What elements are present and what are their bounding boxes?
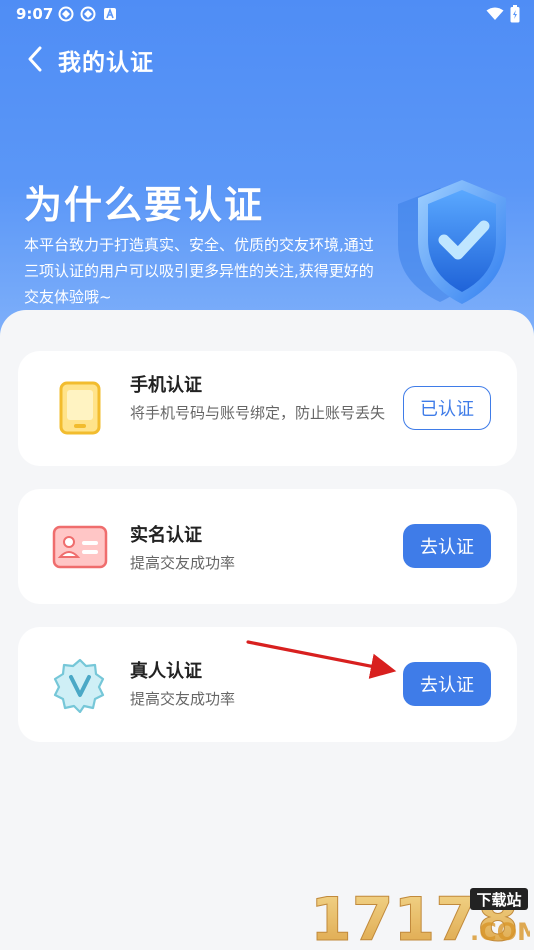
status-bar: 9:07 [0, 0, 534, 28]
phone-verification-card: 手机认证 将手机号码与账号绑定，防止账号丢失 已认证 [18, 351, 517, 466]
status-notifications [58, 6, 118, 22]
app-notification-icon [58, 6, 74, 22]
navigation-bar: 我的认证 [0, 36, 534, 80]
phone-icon [59, 381, 101, 435]
card-description: 提高交友成功率 [130, 690, 236, 708]
site-watermark-logo: 17178 下载站 .COM [310, 885, 530, 947]
status-time: 9:07 [16, 5, 54, 23]
svg-text:.COM: .COM [470, 918, 530, 946]
hero-title: 为什么要认证 [24, 183, 265, 227]
verified-badge-icon [53, 658, 105, 713]
status-system [486, 5, 520, 23]
card-title: 实名认证 [130, 525, 202, 546]
card-title: 手机认证 [130, 375, 202, 396]
back-button[interactable] [18, 42, 52, 76]
verify-realperson-button[interactable]: 去认证 [403, 662, 491, 706]
shield-check-icon [398, 180, 506, 304]
page-title: 我的认证 [58, 50, 154, 76]
battery-icon [510, 5, 520, 23]
realname-verification-card: 实名认证 提高交友成功率 去认证 [18, 489, 517, 604]
annotation-arrow-icon [246, 640, 397, 679]
verify-realname-button[interactable]: 去认证 [403, 524, 491, 568]
app-notification-icon [80, 6, 96, 22]
text-notification-icon [104, 7, 116, 20]
id-card-icon [52, 525, 108, 569]
card-description: 将手机号码与账号绑定，防止账号丢失 [130, 404, 386, 422]
wifi-icon [486, 7, 504, 20]
chevron-left-icon [28, 46, 42, 72]
hero-banner: 9:07 我的认证 为什么要认证 本平台致力于打造真实、安全、优质的交友环境,通… [0, 0, 534, 340]
hero-description: 本平台致力于打造真实、安全、优质的交友环境,通过三项认证的用户可以吸引更多异性的… [24, 236, 374, 306]
card-description: 提高交友成功率 [130, 554, 236, 572]
svg-text:下载站: 下载站 [476, 891, 521, 909]
card-title: 真人认证 [130, 661, 202, 682]
verified-button[interactable]: 已认证 [403, 386, 491, 430]
